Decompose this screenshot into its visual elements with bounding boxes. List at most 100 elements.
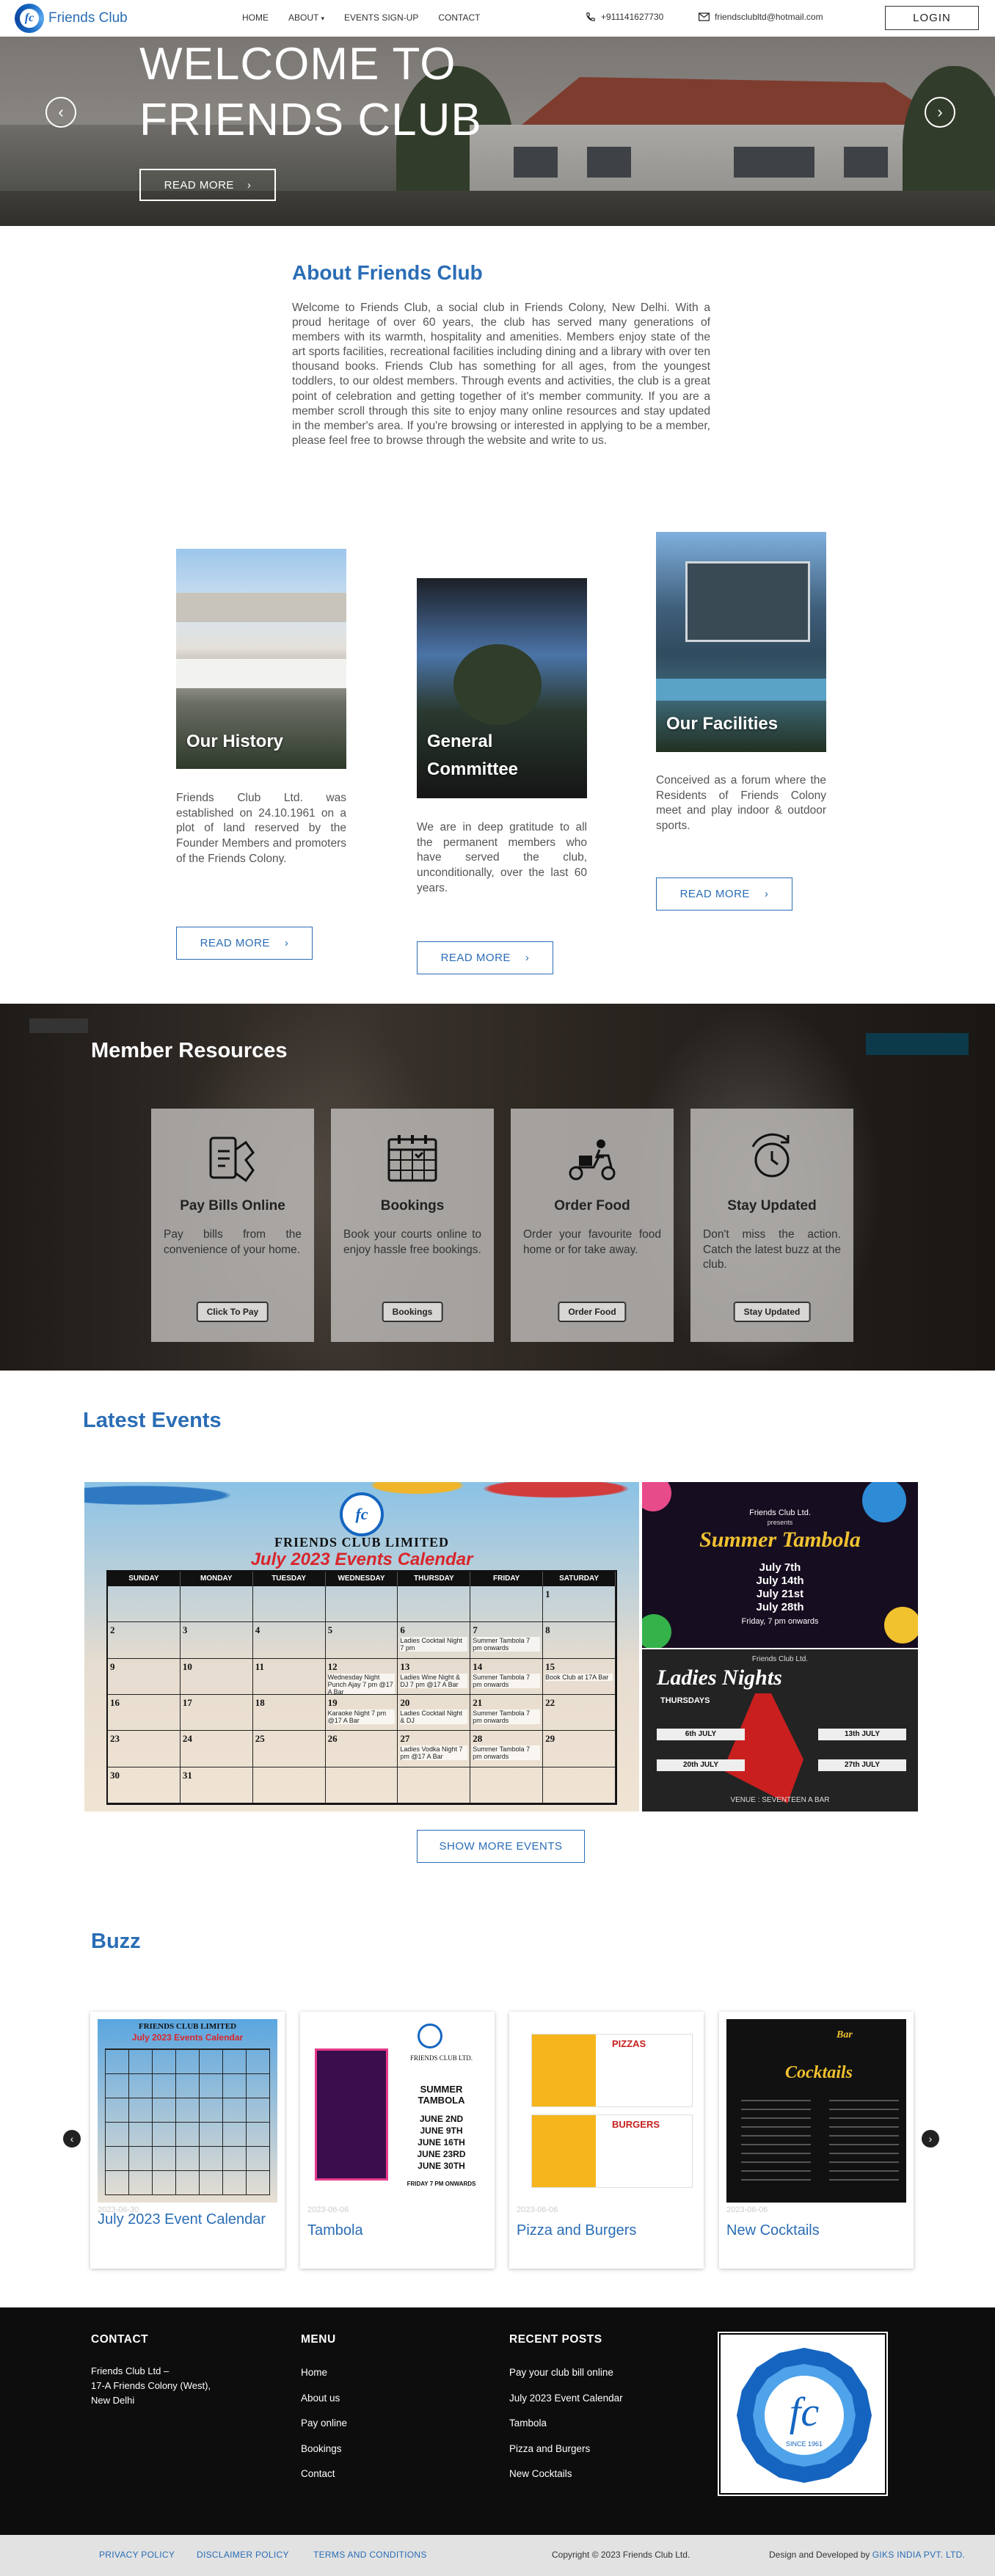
scooter-delivery-icon bbox=[569, 1139, 616, 1181]
buzz-title: Tambola bbox=[307, 2222, 363, 2239]
hero-title-line1: WELCOME TO bbox=[139, 39, 456, 90]
stay-updated-button[interactable]: Stay Updated bbox=[733, 1302, 811, 1322]
calendar-cell: 23 bbox=[108, 1731, 181, 1767]
card-title: Our History bbox=[186, 731, 284, 751]
calendar-date: 23 bbox=[110, 1733, 120, 1745]
chevron-right-icon: › bbox=[525, 952, 530, 964]
resource-title: Bookings bbox=[380, 1198, 445, 1214]
login-button[interactable]: LOGIN bbox=[885, 6, 979, 30]
mail-icon bbox=[699, 12, 710, 21]
calendar-date: 12 bbox=[327, 1660, 338, 1672]
recent-post-link[interactable]: July 2023 Event Calendar bbox=[509, 2386, 623, 2412]
calendar-date: 30 bbox=[110, 1769, 120, 1781]
tambola-date: July 14th bbox=[756, 1575, 804, 1587]
nav-about[interactable]: ABOUT ▾ bbox=[288, 12, 324, 23]
chevron-right-icon: › bbox=[247, 178, 252, 191]
calendar-day-header: MONDAY bbox=[180, 1572, 253, 1586]
calendar-cell: 24 bbox=[180, 1731, 253, 1767]
phone-icon bbox=[586, 12, 595, 21]
hero-prev-arrow[interactable]: ‹ bbox=[45, 97, 76, 128]
nav-home[interactable]: HOME bbox=[242, 12, 269, 23]
facilities-read-more-button[interactable]: READ MORE › bbox=[656, 877, 792, 911]
ladies-date: 6th JULY bbox=[657, 1729, 745, 1740]
footer-menu-contact[interactable]: Contact bbox=[301, 2462, 347, 2487]
resource-title: Pay Bills Online bbox=[180, 1198, 285, 1214]
recent-post-link[interactable]: Tambola bbox=[509, 2411, 623, 2437]
calendar-cell: 8 bbox=[543, 1622, 616, 1659]
calendar-date: 31 bbox=[182, 1769, 192, 1781]
nav-events-signup[interactable]: EVENTS SIGN-UP bbox=[344, 12, 418, 23]
email-link[interactable]: friendsclubltd@hotmail.com bbox=[699, 12, 823, 22]
buzz-title: Pizza and Burgers bbox=[517, 2222, 637, 2239]
thumb-cocktails-label: Cocktails bbox=[785, 2063, 853, 2082]
calendar-cell: 30 bbox=[108, 1767, 181, 1803]
emblem-monogram: fc bbox=[790, 2390, 820, 2435]
buzz-card[interactable]: Bar Cocktails 2023-06-06 New Cocktails bbox=[719, 2012, 914, 2269]
phone-number: +911141627730 bbox=[601, 12, 664, 22]
calendar-cell: 15 Book Club at 17A Bar bbox=[543, 1658, 616, 1695]
calendar-cell: 28 Summer Tambola 7 pm onwards bbox=[470, 1731, 544, 1767]
photo-balcony bbox=[176, 659, 346, 688]
hero-next-arrow[interactable]: › bbox=[925, 97, 955, 128]
card-title: General Committee bbox=[427, 731, 519, 779]
events-calendar-image[interactable]: fc FRIENDS CLUB LIMITED July 2023 Events… bbox=[84, 1482, 639, 1811]
disclaimer-policy-link[interactable]: DISCLAIMER POLICY bbox=[197, 2550, 289, 2560]
thumb-logo-icon bbox=[418, 2024, 442, 2048]
chevron-right-icon: › bbox=[764, 888, 769, 900]
tambola-event-image[interactable]: Friends Club Ltd. presents Summer Tambol… bbox=[642, 1482, 918, 1648]
developer-link[interactable]: GIKS INDIA PVT. LTD. bbox=[872, 2550, 965, 2560]
buzz-next-arrow[interactable]: › bbox=[922, 2130, 939, 2148]
calendar-icon bbox=[387, 1135, 437, 1182]
buzz-card[interactable]: FRIENDS CLUB LIMITED July 2023 Events Ca… bbox=[90, 2012, 285, 2269]
order-food-button[interactable]: Order Food bbox=[558, 1302, 627, 1322]
ladies-night-event-image[interactable]: Friends Club Ltd. Ladies Nights THURSDAY… bbox=[642, 1649, 918, 1811]
click-to-pay-button[interactable]: Click To Pay bbox=[196, 1302, 269, 1322]
footer-menu-home[interactable]: Home bbox=[301, 2360, 347, 2386]
buzz-prev-arrow[interactable]: ‹ bbox=[63, 2130, 81, 2148]
bg-screen bbox=[866, 1033, 969, 1055]
button-label: READ MORE bbox=[440, 952, 511, 964]
footer-menu-pay-online[interactable]: Pay online bbox=[301, 2411, 347, 2437]
calendar-date: 7 bbox=[473, 1624, 478, 1636]
show-more-events-button[interactable]: SHOW MORE EVENTS bbox=[417, 1830, 585, 1863]
buzz-card[interactable]: FRIENDS CLUB LTD. SUMMER TAMBOLA JUNE 2N… bbox=[300, 2012, 495, 2269]
calendar-cell: 2 bbox=[108, 1622, 181, 1659]
address-line: New Delhi bbox=[91, 2395, 135, 2406]
calendar-cell bbox=[325, 1767, 398, 1803]
facilities-photo[interactable]: Our Facilities bbox=[656, 532, 826, 752]
thumb-bar-label: Bar bbox=[837, 2029, 853, 2040]
resource-card-pay-bills: Pay Bills Online Pay bills from the conv… bbox=[151, 1109, 314, 1342]
recent-post-link[interactable]: New Cocktails bbox=[509, 2462, 623, 2487]
calendar-cell: 6 Ladies Cocktail Night 7 pm bbox=[398, 1622, 471, 1659]
calendar-cell: 26 bbox=[325, 1731, 398, 1767]
history-photo[interactable]: Our History bbox=[176, 549, 346, 769]
committee-read-more-button[interactable]: READ MORE › bbox=[417, 941, 553, 974]
phone-link[interactable]: +911141627730 bbox=[586, 12, 663, 22]
recent-post-link[interactable]: Pizza and Burgers bbox=[509, 2437, 623, 2462]
nav-contact[interactable]: CONTACT bbox=[438, 12, 480, 23]
buzz-date: 2023-06-06 bbox=[726, 2205, 768, 2214]
privacy-policy-link[interactable]: PRIVACY POLICY bbox=[99, 2550, 175, 2560]
buzz-card[interactable]: PIZZAS BURGERS 2023-06-06 Pizza and Burg… bbox=[509, 2012, 704, 2269]
logo[interactable]: fc Friends Club bbox=[15, 4, 128, 33]
ball-decoration bbox=[642, 1482, 671, 1511]
calendar-cell bbox=[108, 1586, 181, 1623]
buzz-heading: Buzz bbox=[91, 1930, 141, 1953]
calendar-cell: 31 bbox=[180, 1767, 253, 1803]
hero-read-more-button[interactable]: READ MORE › bbox=[139, 169, 276, 201]
address-line: Friends Club Ltd – bbox=[91, 2365, 170, 2376]
calendar-cell: 25 bbox=[252, 1731, 326, 1767]
history-read-more-button[interactable]: READ MORE › bbox=[176, 927, 313, 960]
thumb-menu-list bbox=[741, 2100, 811, 2188]
calendar-date: 3 bbox=[182, 1624, 188, 1636]
terms-link[interactable]: TERMS AND CONDITIONS bbox=[313, 2550, 427, 2560]
recent-post-link[interactable]: Pay your club bill online bbox=[509, 2360, 623, 2386]
footer-menu: Home About us Pay online Bookings Contac… bbox=[301, 2360, 347, 2487]
ladies-date: 13th JULY bbox=[818, 1729, 906, 1740]
logo-emblem-icon: fc bbox=[15, 4, 44, 33]
footer-menu-bookings[interactable]: Bookings bbox=[301, 2437, 347, 2462]
calendar-cell: 9 bbox=[108, 1658, 181, 1695]
footer-menu-about[interactable]: About us bbox=[301, 2386, 347, 2412]
committee-photo[interactable]: General Committee bbox=[417, 578, 587, 798]
bookings-button[interactable]: Bookings bbox=[382, 1302, 443, 1322]
